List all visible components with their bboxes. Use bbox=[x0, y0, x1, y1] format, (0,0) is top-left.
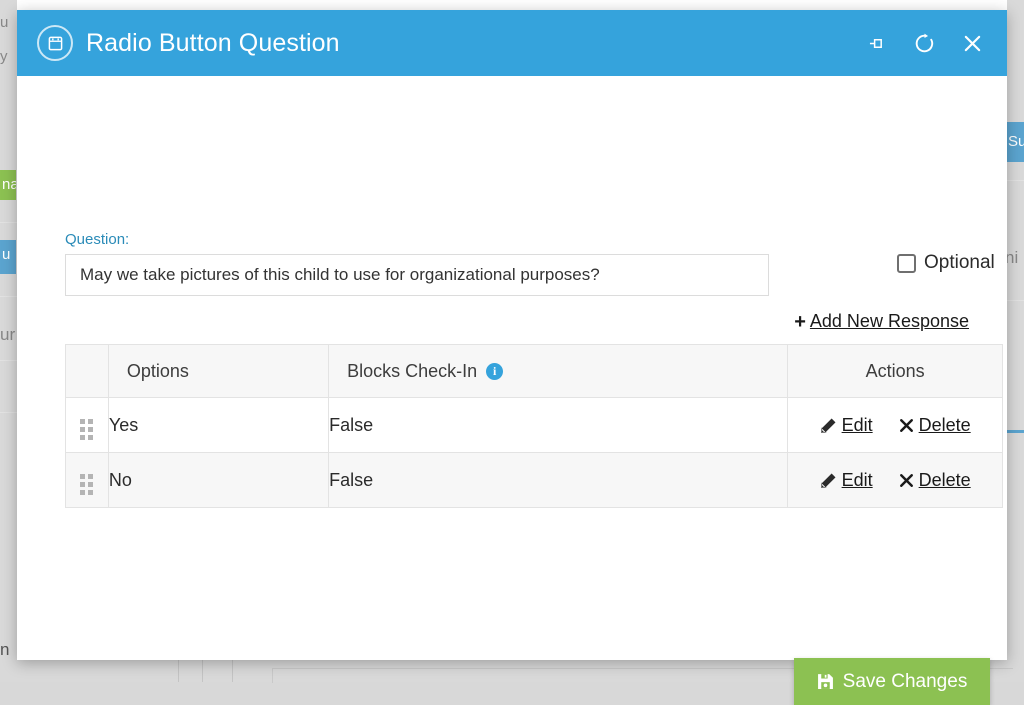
row-actions-cell: Edit Delete bbox=[787, 397, 1003, 453]
page-title: Radio Button Question bbox=[86, 28, 340, 57]
column-header-options: Options bbox=[107, 344, 330, 398]
backdrop-divider-5 bbox=[1005, 180, 1024, 181]
pencil-icon bbox=[820, 418, 836, 433]
backdrop-bottom-seg-1 bbox=[0, 660, 179, 682]
options-table: Options Blocks Check-In i Actions Yes Fa… bbox=[65, 344, 1003, 508]
question-input[interactable] bbox=[65, 254, 769, 296]
column-header-blocks-label: Blocks Check-In bbox=[347, 360, 478, 381]
backdrop-divider-3 bbox=[0, 360, 17, 361]
optional-checkbox-box[interactable] bbox=[897, 253, 916, 273]
row-drag-handle-cell bbox=[65, 452, 109, 508]
row-blocks-checkin-value: False bbox=[328, 397, 789, 453]
backdrop-bottom-seg-3 bbox=[202, 660, 233, 682]
optional-checkbox-label: Optional bbox=[924, 252, 995, 273]
background-text-left-top2-label: y bbox=[0, 48, 8, 65]
pin-icon[interactable] bbox=[863, 30, 889, 56]
column-header-handle bbox=[65, 344, 109, 398]
column-header-options-inner: Options bbox=[109, 361, 328, 382]
edit-button[interactable]: Edit bbox=[820, 415, 873, 436]
background-text-left-mid: ur bbox=[0, 325, 15, 345]
backdrop-divider-1 bbox=[0, 222, 17, 223]
pencil-icon bbox=[820, 473, 836, 488]
drag-handle-icon[interactable] bbox=[80, 418, 94, 440]
refresh-icon[interactable] bbox=[911, 30, 937, 56]
background-submit-label-right: Su bbox=[1008, 133, 1024, 150]
backdrop-bottom-seg-2 bbox=[178, 660, 203, 682]
backdrop-accent-bar bbox=[1005, 430, 1024, 433]
row-actions: Edit Delete bbox=[788, 453, 1002, 507]
delete-label: Delete bbox=[918, 414, 971, 435]
drag-handle-icon[interactable] bbox=[80, 473, 94, 495]
radio-button-question-dialog: Radio Button Question Question: May we t… bbox=[17, 10, 1007, 705]
background-submit-button-right[interactable]: Su bbox=[1005, 122, 1024, 162]
row-option-value: Yes bbox=[107, 397, 330, 453]
column-header-actions-label: Actions bbox=[865, 360, 925, 381]
row-blocks-checkin-value: False bbox=[328, 452, 789, 508]
add-new-response-label: Add New Response bbox=[809, 311, 969, 331]
background-text-bottom-left-label: n bbox=[0, 640, 10, 659]
edit-label: Edit bbox=[841, 414, 873, 435]
row-actions-cell: Edit Delete bbox=[787, 452, 1003, 508]
backdrop-divider-6 bbox=[1005, 300, 1024, 301]
column-header-actions: Actions bbox=[787, 344, 1003, 398]
dialog-header-actions bbox=[863, 30, 985, 56]
edit-label: Edit bbox=[841, 469, 873, 490]
background-text-bottom-left: n bbox=[0, 640, 9, 660]
backdrop-divider-2 bbox=[0, 296, 17, 297]
background-text-left-top: u bbox=[0, 14, 8, 31]
edit-button[interactable]: Edit bbox=[820, 470, 873, 491]
background-manage-button[interactable]: na bbox=[0, 170, 16, 200]
form-window-icon bbox=[37, 25, 73, 61]
options-table-body: Yes False Edit Delete No False Edit Dele… bbox=[65, 397, 1003, 508]
row-option-value: No bbox=[107, 452, 330, 508]
background-text-left-mid-label: ur bbox=[0, 325, 16, 344]
delete-label: Delete bbox=[918, 469, 971, 490]
row-drag-handle-cell bbox=[65, 397, 109, 453]
background-text-left-top-label: u bbox=[0, 14, 9, 31]
delete-button[interactable]: Delete bbox=[899, 415, 971, 436]
delete-button[interactable]: Delete bbox=[899, 470, 971, 491]
background-submit-label-left: u bbox=[2, 246, 11, 263]
options-table-head: Options Blocks Check-In i Actions bbox=[65, 344, 1003, 398]
backdrop-divider-4 bbox=[0, 412, 17, 413]
dialog-body: Question: Optional + Add New Response Op… bbox=[17, 76, 1007, 705]
add-new-response-button[interactable]: + Add New Response bbox=[794, 311, 969, 332]
row-actions: Edit Delete bbox=[788, 398, 1002, 452]
plus-icon: + bbox=[794, 310, 806, 333]
info-icon[interactable]: i bbox=[486, 362, 504, 380]
dialog-header: Radio Button Question bbox=[17, 10, 1007, 76]
background-submit-button-left[interactable]: u bbox=[0, 240, 16, 274]
column-header-blocks-checkin: Blocks Check-In i bbox=[328, 344, 789, 398]
table-header-row: Options Blocks Check-In i Actions bbox=[65, 344, 1003, 398]
column-header-blocks-inner: Blocks Check-In i bbox=[329, 361, 787, 382]
table-row: No False Edit Delete bbox=[65, 452, 1003, 508]
background-manage-label: na bbox=[2, 176, 16, 193]
column-header-options-label: Options bbox=[126, 360, 189, 381]
x-icon bbox=[899, 418, 913, 432]
x-icon bbox=[899, 473, 913, 487]
question-label: Question: bbox=[65, 231, 130, 248]
optional-checkbox[interactable]: Optional bbox=[897, 252, 995, 274]
close-icon[interactable] bbox=[959, 30, 985, 56]
background-text-left-top2: y bbox=[0, 48, 8, 65]
table-row: Yes False Edit Delete bbox=[65, 397, 1003, 453]
